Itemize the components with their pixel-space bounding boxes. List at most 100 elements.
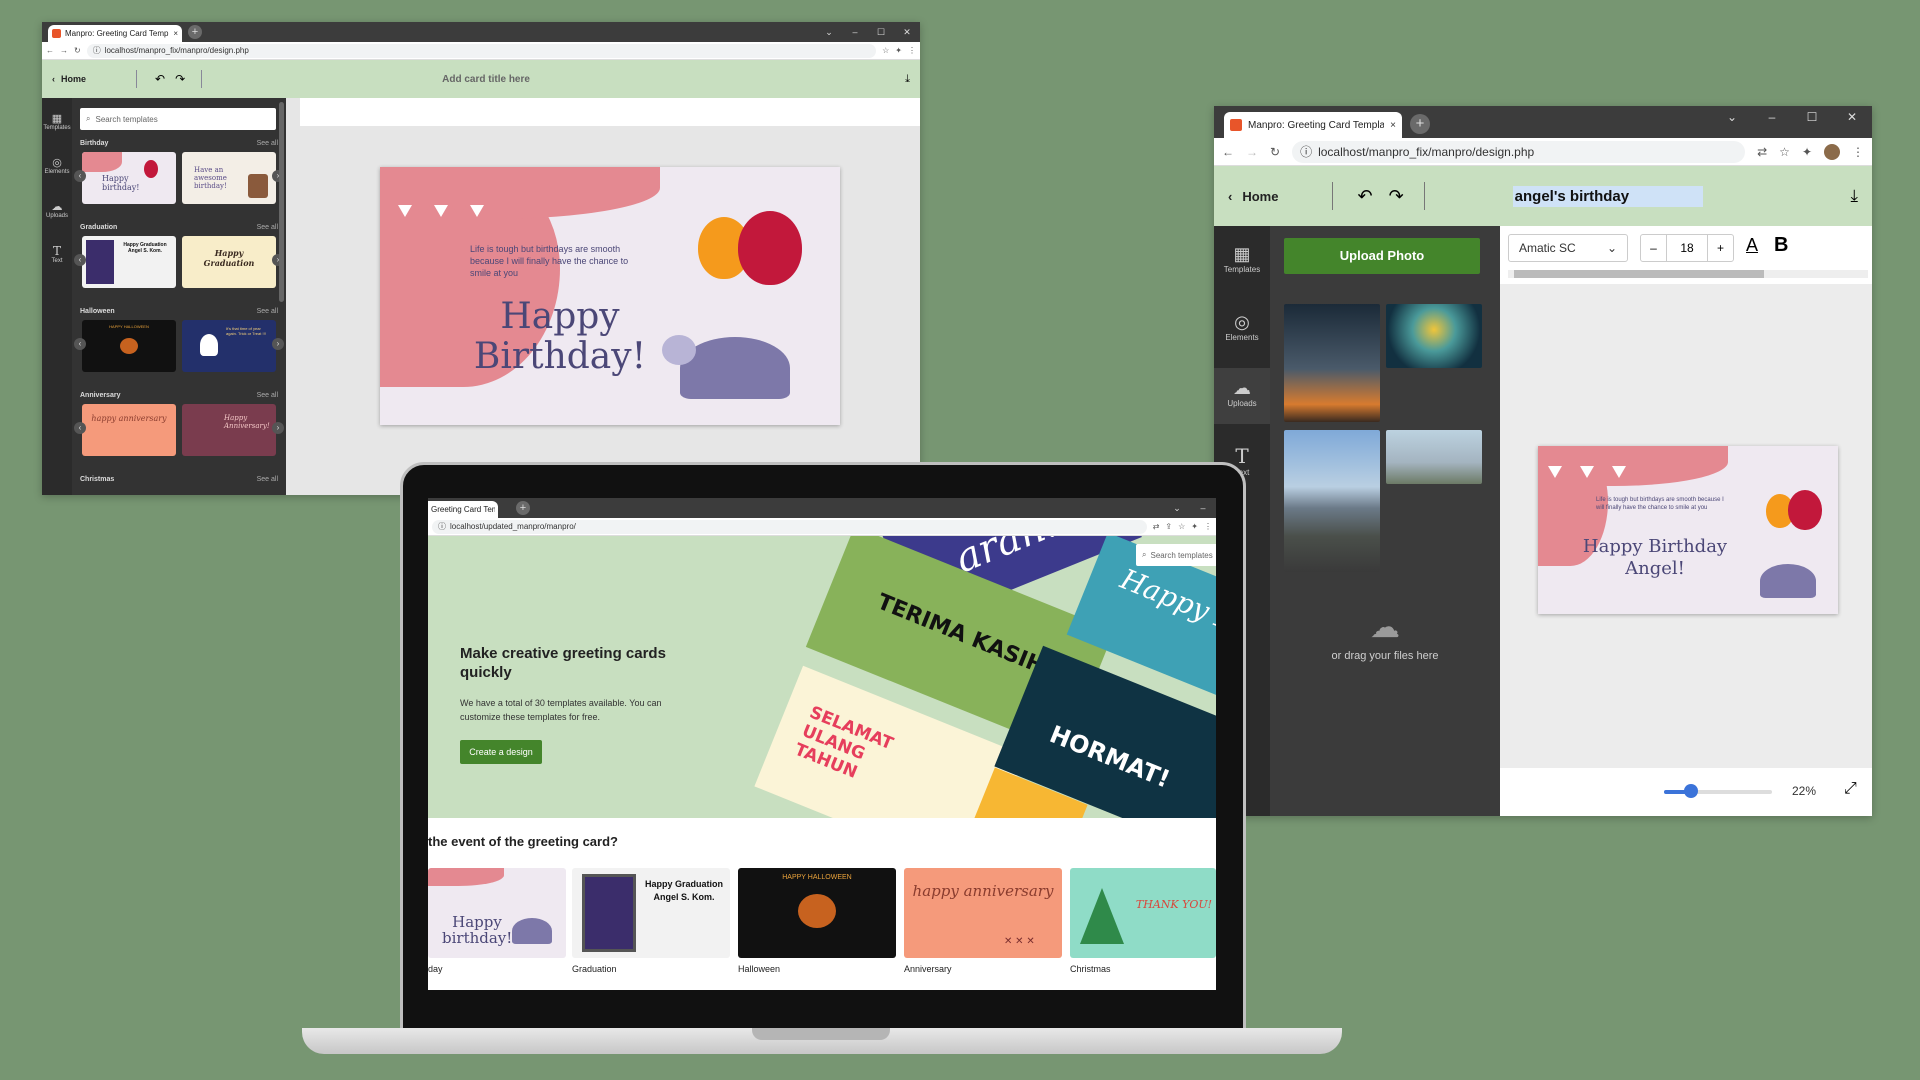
event-card-anniversary[interactable]: happy anniversary ✕ ✕ ✕ xyxy=(904,868,1062,958)
carousel-prev-icon[interactable]: ‹ xyxy=(74,170,86,182)
fullscreen-icon[interactable]: ⤢ xyxy=(1844,780,1857,798)
menu-icon[interactable]: ⋮ xyxy=(1852,145,1864,159)
maximize-icon[interactable]: ☐ xyxy=(868,22,894,42)
tab-search-icon[interactable]: ⌄ xyxy=(1712,106,1752,128)
card-title-input[interactable]: Add card title here xyxy=(442,74,530,85)
download-icon[interactable]: ⤓ xyxy=(1850,186,1858,206)
browser-tab[interactable]: Manpro: Greeting Card Template × xyxy=(48,25,182,42)
template-thumb[interactable]: Happy Anniversary! xyxy=(182,404,276,456)
event-card-halloween[interactable]: HAPPY HALLOWEEN xyxy=(738,868,896,958)
close-tab-icon[interactable]: × xyxy=(1390,120,1396,131)
new-tab-button[interactable]: + xyxy=(188,25,202,39)
carousel-prev-icon[interactable]: ‹ xyxy=(74,254,86,266)
sidebar-item-uploads[interactable]: ☁ Uploads xyxy=(42,200,72,219)
template-thumb[interactable]: happy anniversary xyxy=(82,404,176,456)
font-size-value[interactable]: 18 xyxy=(1667,241,1707,255)
back-icon[interactable]: ← xyxy=(46,46,54,55)
design-canvas-card[interactable]: Life is tough but birthdays are smooth b… xyxy=(1538,446,1838,614)
extensions-icon[interactable]: ✦ xyxy=(895,46,902,55)
template-thumb[interactable]: HAPPY HALLOWEEN xyxy=(82,320,176,372)
font-family-select[interactable]: Amatic SC ⌄ xyxy=(1508,234,1628,262)
sidebar-item-templates[interactable]: ▦ Templates xyxy=(1214,244,1270,274)
see-all-link[interactable]: See all xyxy=(257,308,278,315)
extensions-icon[interactable]: ✦ xyxy=(1802,145,1812,159)
extensions-icon[interactable]: ✦ xyxy=(1191,522,1198,531)
star-icon[interactable]: ☆ xyxy=(1779,145,1790,159)
panel-scrollbar[interactable] xyxy=(279,102,284,302)
url-field[interactable]: ⓘ localhost/updated_manpro/manpro/ xyxy=(432,519,1147,534)
sidebar-item-elements[interactable]: ◎ Elements xyxy=(1214,312,1270,342)
star-icon[interactable]: ☆ xyxy=(1178,522,1185,531)
menu-icon[interactable]: ⋮ xyxy=(908,46,916,55)
event-card-christmas[interactable]: THANK YOU! xyxy=(1070,868,1216,958)
minimize-icon[interactable]: – xyxy=(1752,106,1792,128)
reload-icon[interactable]: ↻ xyxy=(74,46,81,55)
undo-icon[interactable]: ↶ xyxy=(1357,186,1372,207)
bold-icon[interactable]: B xyxy=(1774,234,1788,257)
carousel-next-icon[interactable]: › xyxy=(272,338,284,350)
browser-tab[interactable]: Greeting Card Template xyxy=(428,501,498,518)
url-field[interactable]: ⓘ localhost/manpro_fix/manpro/design.php xyxy=(1292,140,1746,163)
carousel-prev-icon[interactable]: ‹ xyxy=(74,422,86,434)
template-thumb[interactable]: Happy Graduation xyxy=(182,236,276,288)
close-window-icon[interactable]: ✕ xyxy=(894,22,920,42)
forward-icon[interactable]: → xyxy=(1246,145,1258,159)
reload-icon[interactable]: ↻ xyxy=(1270,145,1280,159)
template-thumb[interactable]: It's that time of year again. Trick or T… xyxy=(182,320,276,372)
increase-size-button[interactable]: + xyxy=(1707,235,1733,261)
avatar[interactable] xyxy=(1824,143,1840,160)
redo-icon[interactable]: ↷ xyxy=(175,72,185,86)
forward-icon[interactable]: → xyxy=(60,46,68,55)
download-icon[interactable]: ⤓ xyxy=(905,73,910,86)
event-card-graduation[interactable]: Happy Graduation Angel S. Kom. xyxy=(572,868,730,958)
sidebar-item-elements[interactable]: ◎ Elements xyxy=(42,156,72,175)
minimize-icon[interactable]: – xyxy=(842,22,868,42)
sidebar-item-uploads[interactable]: ☁ Uploads xyxy=(1214,368,1270,424)
toolbar-scrollbar[interactable] xyxy=(1508,270,1868,278)
close-window-icon[interactable]: ✕ xyxy=(1832,106,1872,128)
upload-photo-button[interactable]: Upload Photo xyxy=(1284,238,1480,274)
see-all-link[interactable]: See all xyxy=(257,224,278,231)
template-thumb[interactable]: Have an awesome birthday! xyxy=(182,152,276,204)
zoom-slider[interactable] xyxy=(1664,784,1772,798)
carousel-next-icon[interactable]: › xyxy=(272,422,284,434)
new-tab-button[interactable]: + xyxy=(1410,114,1430,134)
see-all-link[interactable]: See all xyxy=(257,140,278,147)
create-design-button[interactable]: Create a design xyxy=(460,740,542,764)
carousel-prev-icon[interactable]: ‹ xyxy=(74,338,86,350)
menu-icon[interactable]: ⋮ xyxy=(1204,522,1212,531)
card-title-input[interactable]: angel's birthday xyxy=(1512,185,1703,207)
close-tab-icon[interactable]: × xyxy=(173,29,178,38)
new-tab-button[interactable]: + xyxy=(516,501,530,515)
uploaded-photo-road[interactable] xyxy=(1284,430,1380,572)
template-search[interactable]: ⌕ Search templates xyxy=(80,108,276,130)
back-home-button[interactable]: ‹ Home xyxy=(1228,189,1278,204)
back-home-button[interactable]: ‹ Home xyxy=(52,74,86,84)
sidebar-item-text[interactable]: T Text xyxy=(42,244,72,264)
uploaded-photo-balloons[interactable] xyxy=(1386,430,1482,484)
tab-search-icon[interactable]: ⌄ xyxy=(1164,498,1190,518)
translate-icon[interactable]: ⇄ xyxy=(1153,522,1160,531)
url-field[interactable]: ⓘ localhost/manpro_fix/manpro/design.php xyxy=(86,43,877,58)
uploaded-photo-sunset[interactable] xyxy=(1284,304,1380,422)
undo-icon[interactable]: ↶ xyxy=(155,72,165,86)
back-icon[interactable]: ← xyxy=(1222,145,1234,159)
star-icon[interactable]: ☆ xyxy=(882,46,889,55)
sidebar-item-templates[interactable]: ▦ Templates xyxy=(42,112,72,131)
share-icon[interactable]: ⇪ xyxy=(1165,522,1172,531)
event-card-birthday[interactable]: Happy birthday! xyxy=(428,868,566,958)
zoom-slider-thumb[interactable] xyxy=(1684,784,1698,798)
uploaded-photo-tree[interactable] xyxy=(1386,304,1482,368)
translate-icon[interactable]: ⇄ xyxy=(1757,145,1767,159)
template-thumb[interactable]: Happy Graduation Angel S. Kom. xyxy=(82,236,176,288)
tab-search-icon[interactable]: ⌄ xyxy=(816,22,842,42)
maximize-icon[interactable]: ☐ xyxy=(1792,106,1832,128)
minimize-icon[interactable]: – xyxy=(1190,498,1216,518)
decrease-size-button[interactable]: – xyxy=(1641,235,1667,261)
see-all-link[interactable]: See all xyxy=(257,476,278,483)
redo-icon[interactable]: ↷ xyxy=(1389,186,1404,207)
see-all-link[interactable]: See all xyxy=(257,392,278,399)
hero-search[interactable]: ⌕ Search templates xyxy=(1136,544,1216,566)
template-thumb[interactable]: Happy birthday! xyxy=(82,152,176,204)
browser-tab[interactable]: Manpro: Greeting Card Template × xyxy=(1224,112,1402,138)
